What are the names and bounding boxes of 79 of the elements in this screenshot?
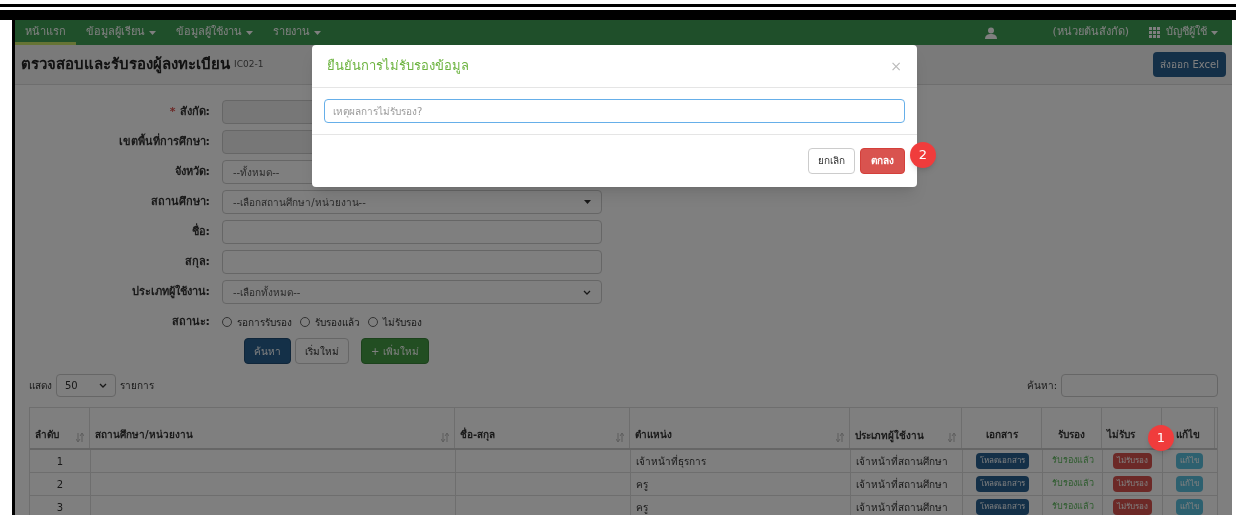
page-size-select[interactable]: 50 (56, 373, 116, 397)
grid-icon[interactable] (1149, 27, 1160, 38)
sort-icon[interactable] (441, 433, 449, 442)
page-title: ตรวจสอบและรับรองผู้ลงทะเบียน (21, 54, 230, 76)
field-label: เขตพื้นที่การศึกษา: (117, 133, 211, 150)
table-cell: เจ้าหน้าที่สถานศึกษา (856, 499, 948, 515)
field-label: สกุล: (183, 253, 211, 270)
nav-item[interactable]: ข้อมูลผู้เรียน (76, 20, 166, 45)
unit-label: (หน่วยต้นสังกัด) (1052, 24, 1129, 41)
column-header[interactable]: รับรอง (1058, 427, 1085, 442)
status-radio[interactable]: รับรองแล้ว (300, 314, 360, 330)
approval-status: รับรองแล้ว (1051, 500, 1094, 514)
sort-icon[interactable] (836, 433, 844, 442)
export-button[interactable]: ส่งออก Excel (1153, 52, 1226, 77)
close-button[interactable]: × (890, 55, 902, 77)
approval-status: รับรองแล้ว (1051, 454, 1094, 468)
chevron-icon (583, 289, 591, 295)
sort-icon[interactable] (948, 433, 956, 442)
table-cell: เจ้าหน้าที่สถานศึกษา (856, 476, 948, 492)
caret-icon (314, 30, 321, 35)
caret-icon (149, 30, 156, 35)
entries-label: รายการ (120, 378, 154, 393)
cancel-button[interactable]: ยกเลิก (808, 147, 855, 174)
search-button[interactable]: ค้นหา (244, 338, 291, 364)
search-label: ค้นหา: (1026, 378, 1057, 393)
reason-field[interactable]: เหตุผลการไม่รับรอง? (324, 99, 905, 123)
field-label: ชื่อ: (190, 223, 211, 240)
table-cell: 3 (56, 501, 64, 513)
download-document-button[interactable]: โหลดเอกสาร (976, 453, 1029, 469)
column-header[interactable]: ไม่รับร (1107, 427, 1135, 442)
table-cell: 2 (56, 478, 64, 490)
step-marker: 2 (910, 142, 936, 168)
status-radio[interactable]: ไม่รับรอง (368, 314, 422, 330)
table-cell: 1 (56, 455, 64, 467)
page-code: IC02-1 (234, 57, 264, 71)
add-button[interactable]: + เพิ่มใหม่ (361, 338, 429, 364)
approval-status: รับรองแล้ว (1051, 477, 1094, 491)
sort-icon[interactable] (76, 433, 84, 442)
column-header[interactable]: เอกสาร (985, 427, 1018, 442)
reject-button[interactable]: ไม่รับรอง (1113, 453, 1152, 469)
column-header[interactable]: สถานศึกษา/หน่วยงาน (95, 427, 193, 442)
chevron-icon (99, 382, 107, 388)
field-label: สถานศึกษา: (149, 193, 211, 210)
column-header[interactable]: ลำดับ (35, 427, 59, 442)
column-header[interactable]: ประเภทผู้ใช้งาน (855, 429, 924, 442)
text-field[interactable] (222, 220, 602, 244)
download-document-button[interactable]: โหลดเอกสาร (976, 476, 1029, 492)
caret-icon (1211, 30, 1218, 35)
caret-icon (246, 30, 253, 35)
column-header[interactable]: ชื่อ-สกุล (460, 427, 496, 442)
nav-item[interactable]: ข้อมูลผู้ใช้งาน (166, 20, 263, 45)
confirm-button[interactable]: ตกลง (860, 147, 905, 174)
step-marker: 1 (1148, 425, 1174, 451)
select-field[interactable]: --เลือกสถานศึกษา/หน่วยงาน-- (222, 190, 602, 214)
nav-item[interactable]: รายงาน (263, 20, 331, 45)
field-label: จังหวัด: (173, 163, 211, 180)
field-label: * สังกัด: (168, 103, 211, 120)
column-header[interactable]: ตำแหน่ง (635, 427, 672, 442)
field-label: สถานะ: (170, 313, 211, 330)
account-menu[interactable]: บัญชีผู้ใช้ (1166, 24, 1218, 41)
reset-button[interactable]: เริ่มใหม่ (295, 338, 349, 364)
column-header[interactable]: แก้ไข (1176, 427, 1200, 442)
table-cell-text: ครู (636, 500, 648, 515)
table-cell: เจ้าหน้าที่ธุรการ (636, 453, 706, 469)
status-radio[interactable]: รอการรับรอง (222, 314, 292, 330)
reject-button[interactable]: ไม่รับรอง (1113, 476, 1152, 492)
caret-icon (584, 200, 591, 204)
download-document-button[interactable]: โหลดเอกสาร (976, 499, 1029, 515)
select-field[interactable]: --เลือกทั้งหมด-- (222, 280, 602, 304)
reject-button[interactable]: ไม่รับรอง (1113, 499, 1152, 515)
text-field[interactable] (222, 250, 602, 274)
user-icon[interactable] (985, 26, 998, 39)
sort-icon[interactable] (616, 433, 624, 442)
table-cell-text: ครู (636, 477, 648, 492)
show-label: แสดง (29, 378, 52, 393)
table-search-field[interactable] (1061, 373, 1218, 397)
table-cell: เจ้าหน้าที่สถานศึกษา (856, 453, 948, 469)
modal-title: ยืนยันการไม่รับรองข้อมูล (327, 57, 469, 76)
field-label: ประเภทผู้ใช้งาน: (130, 283, 211, 301)
